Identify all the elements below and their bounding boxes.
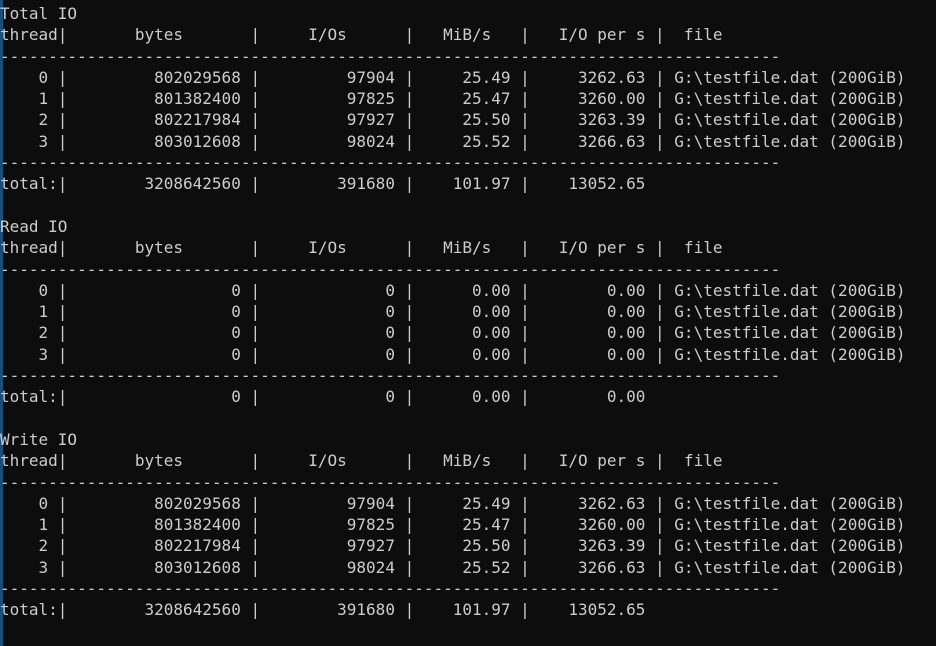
separator-line-top: ----------------------------------------… (0, 46, 936, 67)
console-output: Total IOthread| bytes | I/Os | MiB/s | I… (0, 3, 936, 621)
table-row: 1 | 801382400 | 97825 | 25.47 | 3260.00 … (0, 514, 936, 535)
column-header-row: thread| bytes | I/Os | MiB/s | I/O per s… (0, 450, 936, 471)
table-row: 3 | 0 | 0 | 0.00 | 0.00 | G:\testfile.da… (0, 344, 936, 365)
separator-line-bottom: ----------------------------------------… (0, 152, 936, 173)
table-row: 0 | 802029568 | 97904 | 25.49 | 3262.63 … (0, 67, 936, 88)
blank-line-2 (0, 408, 936, 429)
column-header-row: thread| bytes | I/Os | MiB/s | I/O per s… (0, 237, 936, 258)
table-row: 2 | 0 | 0 | 0.00 | 0.00 | G:\testfile.da… (0, 322, 936, 343)
total-row: total:| 3208642560 | 391680 | 101.97 | 1… (0, 173, 936, 194)
section-title-write-io: Write IO (0, 429, 936, 450)
section-title-read-io: Read IO (0, 216, 936, 237)
table-row: 1 | 801382400 | 97825 | 25.47 | 3260.00 … (0, 88, 936, 109)
table-row: 2 | 802217984 | 97927 | 25.50 | 3263.39 … (0, 535, 936, 556)
table-row: 3 | 803012608 | 98024 | 25.52 | 3266.63 … (0, 131, 936, 152)
blank-line-1 (0, 195, 936, 216)
total-row: total:| 3208642560 | 391680 | 101.97 | 1… (0, 599, 936, 620)
table-row: 1 | 0 | 0 | 0.00 | 0.00 | G:\testfile.da… (0, 301, 936, 322)
table-row: 0 | 0 | 0 | 0.00 | 0.00 | G:\testfile.da… (0, 280, 936, 301)
table-row: 3 | 803012608 | 98024 | 25.52 | 3266.63 … (0, 557, 936, 578)
table-row: 2 | 802217984 | 97927 | 25.50 | 3263.39 … (0, 109, 936, 130)
separator-line-bottom: ----------------------------------------… (0, 365, 936, 386)
table-row: 0 | 802029568 | 97904 | 25.49 | 3262.63 … (0, 493, 936, 514)
separator-line-top: ----------------------------------------… (0, 472, 936, 493)
section-title-total-io: Total IO (0, 3, 936, 24)
terminal-window: Total IOthread| bytes | I/Os | MiB/s | I… (0, 0, 936, 646)
separator-line-top: ----------------------------------------… (0, 259, 936, 280)
separator-line-bottom: ----------------------------------------… (0, 578, 936, 599)
column-header-row: thread| bytes | I/Os | MiB/s | I/O per s… (0, 24, 936, 45)
total-row: total:| 0 | 0 | 0.00 | 0.00 (0, 386, 936, 407)
